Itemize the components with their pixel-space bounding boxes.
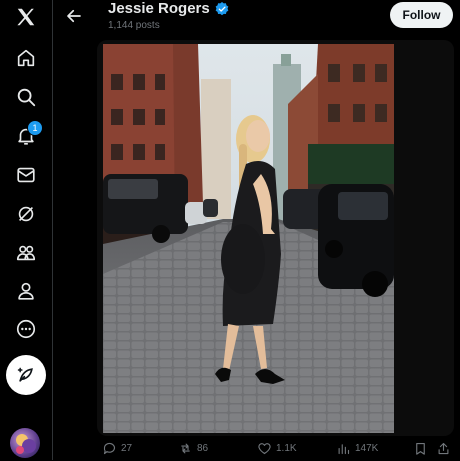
- views-button[interactable]: 147K: [336, 441, 378, 456]
- bookmark-icon: [416, 442, 425, 455]
- bookmark-button[interactable]: [413, 441, 428, 456]
- views-count: 147K: [355, 443, 379, 454]
- more-icon[interactable]: [11, 314, 41, 344]
- compose-post-button[interactable]: [6, 355, 46, 395]
- messages-icon[interactable]: [11, 160, 41, 190]
- post-actions: 27 86 1.1K 147K: [100, 441, 455, 461]
- street-photo-image: [103, 44, 394, 433]
- home-icon[interactable]: [11, 43, 41, 73]
- analytics-icon: [338, 444, 350, 455]
- search-icon[interactable]: [11, 82, 41, 112]
- notifications-icon[interactable]: 1: [11, 120, 43, 151]
- arrow-left-icon: [67, 9, 81, 23]
- like-button[interactable]: 1.1K: [257, 441, 297, 456]
- compose-icon: [17, 367, 33, 382]
- reply-button[interactable]: 27: [102, 441, 132, 456]
- grok-icon[interactable]: [11, 199, 41, 229]
- account-avatar[interactable]: [10, 428, 40, 458]
- repost-count: 86: [197, 443, 209, 454]
- profile-name-row: Jessie Rogers: [108, 0, 230, 17]
- like-count: 1.1K: [276, 443, 297, 454]
- reply-count: 27: [121, 443, 133, 454]
- repost-icon: [181, 443, 190, 454]
- notification-badge: 1: [27, 120, 43, 136]
- profile-icon[interactable]: [11, 276, 41, 306]
- posts-count: 1,144 posts: [108, 20, 160, 31]
- post-photo[interactable]: [103, 44, 394, 433]
- verified-badge-icon: [215, 1, 229, 15]
- sidebar: 1: [0, 0, 53, 460]
- repost-button[interactable]: 86: [178, 441, 208, 456]
- profile-name: Jessie Rogers: [108, 0, 210, 17]
- share-button[interactable]: [436, 441, 451, 456]
- communities-icon[interactable]: [11, 238, 41, 268]
- share-icon: [438, 442, 449, 455]
- reply-icon: [103, 442, 116, 455]
- back-button[interactable]: [62, 4, 86, 28]
- follow-button[interactable]: Follow: [390, 2, 453, 28]
- x-logo-icon[interactable]: [11, 2, 41, 32]
- heart-icon: [258, 443, 271, 455]
